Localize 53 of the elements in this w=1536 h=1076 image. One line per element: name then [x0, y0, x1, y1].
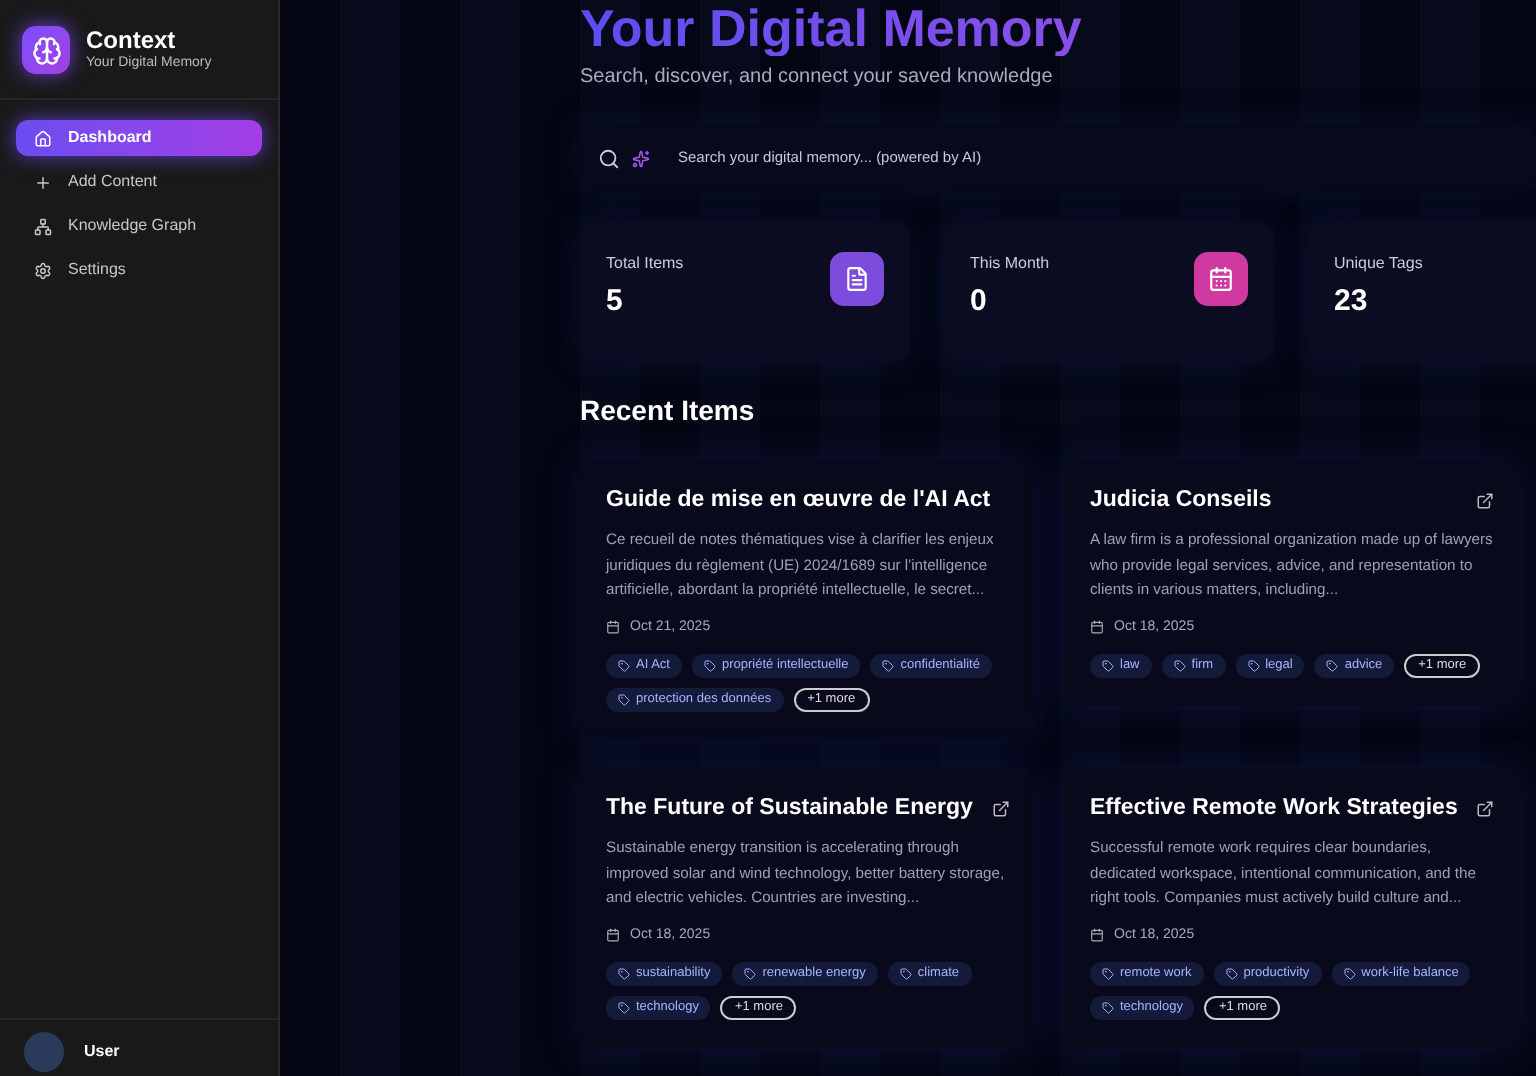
stat-value: 23	[1334, 282, 1370, 322]
tag-icon	[1247, 660, 1260, 672]
item-title: The Future of Sustainable Energy	[606, 794, 973, 822]
stat-label: Unique Tags	[1334, 252, 1423, 276]
external-link-icon[interactable]	[1476, 800, 1494, 818]
nav-item[interactable]: Dashboard	[16, 120, 262, 156]
calendar-icon	[1090, 928, 1104, 943]
tag-icon	[899, 968, 912, 980]
calendar-icon	[606, 928, 620, 943]
tag-icon	[1326, 660, 1339, 672]
tag-icon	[618, 968, 630, 980]
tag-icon	[882, 660, 895, 672]
stat-value: 5	[606, 282, 625, 322]
nav-item[interactable]: Knowledge Graph	[16, 208, 262, 244]
settings-icon	[34, 261, 52, 279]
item-title: Judicia Conseils	[1090, 486, 1272, 514]
tag-icon	[1343, 968, 1356, 980]
item-card[interactable]	[1064, 460, 1520, 706]
tag-icon	[703, 660, 716, 672]
plus-icon	[34, 173, 52, 191]
tag-icon	[1102, 1002, 1114, 1014]
external-link-icon[interactable]	[1476, 492, 1494, 510]
item-title: Effective Remote Work Strategies	[1090, 794, 1458, 822]
page-subtitle: Search, discover, and connect your saved knowledge	[580, 64, 1055, 92]
search-icon	[598, 147, 620, 169]
stat-label: Total Items	[606, 252, 684, 276]
brain-icon	[22, 26, 70, 74]
tag-icon	[1102, 968, 1114, 980]
user-name: User	[84, 1040, 120, 1064]
home-icon	[34, 129, 52, 147]
external-link-icon[interactable]	[992, 800, 1010, 818]
stat-label: This Month	[970, 252, 1050, 276]
section-heading: Recent Items	[580, 392, 757, 430]
tag-icon	[1225, 968, 1238, 980]
sparkle-icon	[632, 149, 650, 167]
calendar-icon	[1090, 620, 1104, 635]
tag-icon	[1102, 660, 1114, 672]
item-card[interactable]	[580, 768, 1036, 1048]
network-icon	[34, 217, 52, 235]
stat-value: 0	[970, 282, 989, 322]
app-name: Context	[86, 26, 178, 54]
item-card[interactable]	[1064, 768, 1520, 1048]
nav-item[interactable]: Settings	[16, 252, 262, 288]
tag-icon	[618, 694, 630, 706]
user-avatar	[24, 1032, 64, 1072]
tag-icon	[618, 1002, 630, 1014]
tag-icon	[744, 968, 757, 980]
item-title: Guide de mise en œuvre de l'AI Act	[606, 486, 991, 514]
tag-icon	[618, 660, 630, 672]
item-card[interactable]	[580, 460, 1036, 740]
tag-icon	[1173, 660, 1186, 672]
nav-item[interactable]: Add Content	[16, 164, 262, 200]
calendar-icon	[606, 620, 620, 635]
